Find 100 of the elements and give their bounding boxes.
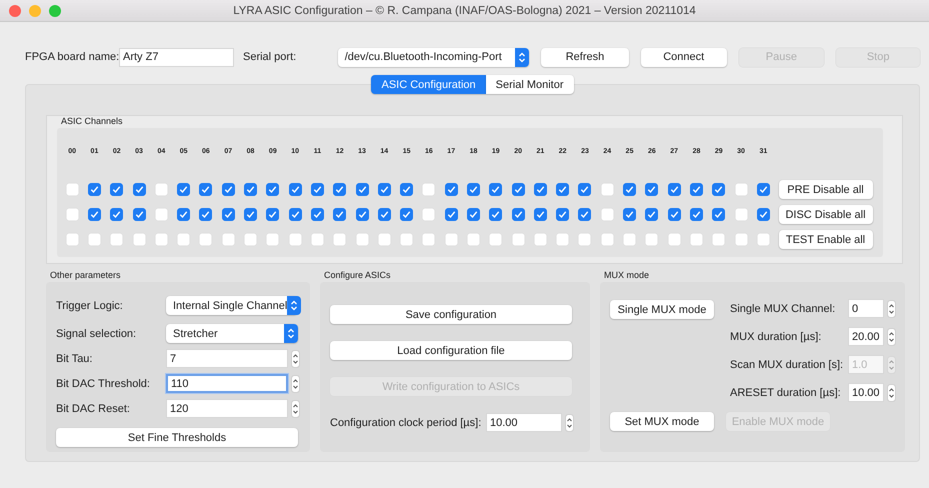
- field-label: Bit DAC Reset:: [56, 402, 131, 414]
- channel-checkbox[interactable]: [378, 183, 391, 196]
- mux-button[interactable]: Set MUX mode: [610, 412, 714, 431]
- stepper-icon[interactable]: [291, 374, 300, 392]
- channel-checkbox[interactable]: [266, 183, 280, 196]
- number-field[interactable]: 120: [166, 399, 288, 418]
- channel-checkbox[interactable]: [712, 208, 726, 221]
- config-button[interactable]: Load configuration file: [330, 341, 572, 360]
- stepper-icon[interactable]: [887, 384, 896, 402]
- stepper-icon[interactable]: [887, 300, 896, 318]
- board-name-field[interactable]: Arty Z7: [119, 48, 234, 66]
- channel-checkbox[interactable]: [756, 183, 770, 196]
- field-label: Signal selection:: [56, 328, 138, 340]
- channel-checkbox[interactable]: [489, 208, 502, 221]
- mode-button[interactable]: Single MUX mode: [610, 300, 714, 319]
- tab[interactable]: ASIC Configuration: [371, 75, 486, 94]
- channel-checkbox[interactable]: [690, 183, 703, 196]
- dropdown-arrows-icon[interactable]: [287, 296, 302, 315]
- channel-checkbox[interactable]: [444, 208, 458, 221]
- dropdown-arrows-icon[interactable]: [284, 324, 298, 343]
- stepper-icon[interactable]: [565, 414, 574, 432]
- group-title: ASIC Channels: [61, 116, 124, 126]
- channel-checkbox[interactable]: [556, 183, 570, 196]
- channel-checkbox[interactable]: [645, 208, 658, 221]
- channel-checkbox[interactable]: [110, 183, 124, 196]
- channel-checkbox[interactable]: [199, 183, 212, 196]
- channel-checkbox[interactable]: [489, 183, 502, 196]
- serial-port-label: Serial port:: [243, 51, 298, 63]
- close-button[interactable]: [9, 5, 21, 17]
- number-field[interactable]: 10.00: [848, 383, 884, 402]
- tab[interactable]: Serial Monitor: [486, 75, 574, 94]
- toolbar-button[interactable]: Connect: [640, 48, 727, 66]
- channel-checkbox[interactable]: [244, 208, 258, 221]
- channel-checkbox[interactable]: [690, 208, 703, 221]
- toolbar-button[interactable]: Refresh: [541, 48, 629, 66]
- channel-checkbox[interactable]: [288, 208, 302, 221]
- row-toggle-button[interactable]: TEST Enable all: [778, 230, 872, 249]
- group-title: Other parameters: [50, 270, 122, 280]
- row-toggle-button[interactable]: PRE Disable all: [778, 180, 872, 199]
- board-name-label: FPGA board name:: [25, 51, 119, 63]
- field-label: Bit Tau:: [56, 352, 94, 364]
- channel-checkbox[interactable]: [222, 208, 235, 221]
- channel-checkbox[interactable]: [177, 183, 190, 196]
- field-label: MUX duration [µs]:: [730, 330, 822, 342]
- channel-checkbox[interactable]: [378, 208, 391, 221]
- channel-checkbox[interactable]: [222, 183, 235, 196]
- channel-checkbox[interactable]: [177, 208, 190, 221]
- channel-checkbox[interactable]: [444, 183, 458, 196]
- channel-checkbox[interactable]: [556, 208, 570, 221]
- stepper-icon[interactable]: [291, 400, 300, 418]
- stepper-icon[interactable]: [887, 328, 896, 346]
- channel-checkbox[interactable]: [88, 208, 101, 221]
- channel-checkbox[interactable]: [333, 183, 346, 196]
- number-field[interactable]: 7: [166, 349, 288, 368]
- serial-port-select[interactable]: /dev/cu.Bluetooth-Incoming-Port: [338, 48, 530, 66]
- channel-checkbox[interactable]: [712, 183, 726, 196]
- channel-checkbox[interactable]: [645, 183, 658, 196]
- channel-checkbox[interactable]: [333, 208, 346, 221]
- group-title: MUX mode: [604, 270, 650, 280]
- channel-checkbox[interactable]: [310, 208, 324, 221]
- dropdown[interactable]: Internal Single Channel: [166, 296, 298, 315]
- channel-checkbox[interactable]: [668, 208, 681, 221]
- channel-checkbox[interactable]: [288, 183, 302, 196]
- group-title: Configure ASICs: [324, 270, 392, 280]
- channel-checkbox[interactable]: [356, 183, 368, 196]
- channel-checkbox[interactable]: [88, 183, 101, 196]
- dropdown[interactable]: Stretcher: [166, 324, 298, 343]
- channel-checkbox[interactable]: [512, 183, 525, 196]
- number-field[interactable]: 0: [848, 299, 884, 318]
- channel-checkbox[interactable]: [668, 183, 681, 196]
- field-label: Single MUX Channel:: [730, 302, 836, 314]
- channel-checkbox[interactable]: [578, 183, 592, 196]
- channel-checkbox[interactable]: [512, 208, 525, 221]
- channel-checkbox[interactable]: [266, 208, 280, 221]
- channel-checkbox[interactable]: [534, 208, 547, 221]
- channel-checkbox[interactable]: [756, 208, 770, 221]
- number-field[interactable]: 10.00: [486, 413, 562, 432]
- channel-checkbox[interactable]: [400, 183, 414, 196]
- fine-thresholds-button[interactable]: Set Fine Thresholds: [56, 428, 298, 447]
- number-field[interactable]: 20.00: [848, 327, 884, 346]
- dropdown-arrows-icon[interactable]: [515, 48, 530, 66]
- channel-checkbox[interactable]: [110, 208, 124, 221]
- channel-checkbox[interactable]: [466, 208, 480, 221]
- number-field[interactable]: 110: [166, 374, 288, 393]
- channel-checkbox[interactable]: [534, 183, 547, 196]
- window-title: LYRA ASIC Configuration – © R. Campana (INAF/OAS-Bologna) 2021 – Version 20211014: [233, 4, 696, 16]
- channel-checkbox[interactable]: [132, 208, 146, 221]
- row-toggle-button[interactable]: DISC Disable all: [778, 205, 872, 224]
- config-button[interactable]: Save configuration: [330, 305, 572, 324]
- stepper-icon[interactable]: [291, 350, 300, 368]
- channel-checkbox[interactable]: [244, 183, 258, 196]
- channel-checkbox[interactable]: [466, 183, 480, 196]
- channel-checkbox[interactable]: [132, 183, 146, 196]
- channel-checkbox[interactable]: [578, 208, 592, 221]
- channel-checkbox[interactable]: [356, 208, 368, 221]
- channel-checkbox[interactable]: [400, 208, 414, 221]
- channel-checkbox[interactable]: [310, 183, 324, 196]
- channel-checkbox[interactable]: [623, 208, 636, 221]
- channel-checkbox[interactable]: [623, 183, 636, 196]
- channel-checkbox[interactable]: [199, 208, 212, 221]
